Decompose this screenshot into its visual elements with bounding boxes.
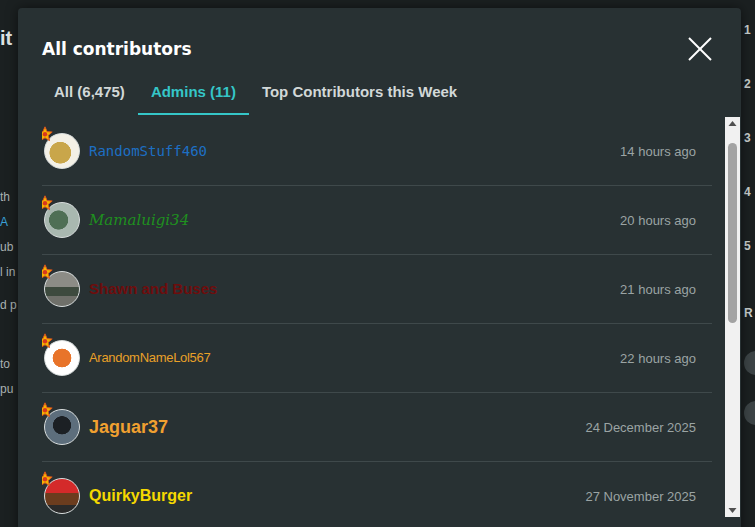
contributor-row[interactable]: RandomStuff46014 hours ago xyxy=(42,117,712,186)
tab[interactable]: Admins (11) xyxy=(138,77,249,115)
contributor-row[interactable]: Jaguar3724 December 2025 xyxy=(42,393,712,462)
background-text: it xyxy=(0,26,18,50)
scroll-down-icon[interactable] xyxy=(725,503,740,517)
contributor-row[interactable]: ArandomNameLol56722 hours ago xyxy=(42,324,712,393)
background-text: A xyxy=(0,210,18,235)
background-avatar xyxy=(744,351,755,375)
tab[interactable]: All (6,475) xyxy=(41,77,138,115)
last-edit-time: 27 November 2025 xyxy=(573,489,712,504)
background-text: pu xyxy=(0,377,18,402)
admin-star-icon xyxy=(42,126,53,142)
background-text: ub xyxy=(0,235,18,260)
background-text: l in xyxy=(0,260,18,285)
background-text: d p xyxy=(0,293,18,318)
contributor-name[interactable]: ArandomNameLol567 xyxy=(89,347,608,369)
background-text: 4 xyxy=(744,165,755,219)
dialog-header: All contributors xyxy=(18,8,741,63)
background-avatar xyxy=(744,401,755,425)
dialog-title: All contributors xyxy=(42,36,192,62)
contributor-row[interactable]: QuirkyBurger27 November 2025 xyxy=(42,462,712,527)
scroll-up-icon[interactable] xyxy=(725,117,740,131)
contributors-dialog: All contributorsAll (6,475)Admins (11)To… xyxy=(18,8,741,527)
last-edit-time: 21 hours ago xyxy=(608,282,712,297)
contributor-list: RandomStuff46014 hours agoMamaluigi3420 … xyxy=(42,117,712,527)
avatar[interactable] xyxy=(44,271,80,307)
avatar[interactable] xyxy=(44,202,80,238)
background-text: to xyxy=(0,352,18,377)
admin-star-icon xyxy=(42,195,53,211)
scroll-thumb[interactable] xyxy=(728,143,737,323)
background-left-column: it thAubl in d p topu xyxy=(0,0,18,527)
last-edit-time: 22 hours ago xyxy=(608,351,712,366)
last-edit-time: 14 hours ago xyxy=(608,144,712,159)
close-icon[interactable] xyxy=(686,35,714,63)
avatar[interactable] xyxy=(44,409,80,445)
scroll-track[interactable] xyxy=(725,131,740,503)
background-text: th xyxy=(0,185,18,210)
admin-star-icon xyxy=(42,402,53,418)
dialog-body: RandomStuff46014 hours agoMamaluigi3420 … xyxy=(18,115,741,527)
contributor-name[interactable]: Jaguar37 xyxy=(89,416,573,438)
background-text: 2 xyxy=(744,57,755,111)
avatar[interactable] xyxy=(44,478,80,514)
last-edit-time: 24 December 2025 xyxy=(573,420,712,435)
scrollbar[interactable] xyxy=(725,117,740,517)
avatar[interactable] xyxy=(44,340,80,376)
background-text: R xyxy=(744,301,755,325)
contributor-name[interactable]: Mamaluigi34 xyxy=(89,209,608,231)
background-text: 1 xyxy=(744,3,755,57)
last-edit-time: 20 hours ago xyxy=(608,213,712,228)
tab[interactable]: Top Contributors this Week xyxy=(249,77,470,115)
admin-star-icon xyxy=(42,264,53,280)
contributor-name[interactable]: QuirkyBurger xyxy=(89,485,573,507)
contributor-row[interactable]: Mamaluigi3420 hours ago xyxy=(42,186,712,255)
avatar[interactable] xyxy=(44,133,80,169)
background-right-column: 12345 R xyxy=(741,0,755,527)
contributor-name[interactable]: Shawn and Buses xyxy=(89,278,608,300)
background-text: 3 xyxy=(744,111,755,165)
contributor-name[interactable]: RandomStuff460 xyxy=(89,140,608,162)
admin-star-icon xyxy=(42,471,53,487)
tab-bar: All (6,475)Admins (11)Top Contributors t… xyxy=(18,63,741,115)
admin-star-icon xyxy=(42,333,53,349)
background-text: 5 xyxy=(744,219,755,273)
page: it thAubl in d p topu 12345 R All contributors… xyxy=(0,0,755,527)
contributor-row[interactable]: Shawn and Buses21 hours ago xyxy=(42,255,712,324)
